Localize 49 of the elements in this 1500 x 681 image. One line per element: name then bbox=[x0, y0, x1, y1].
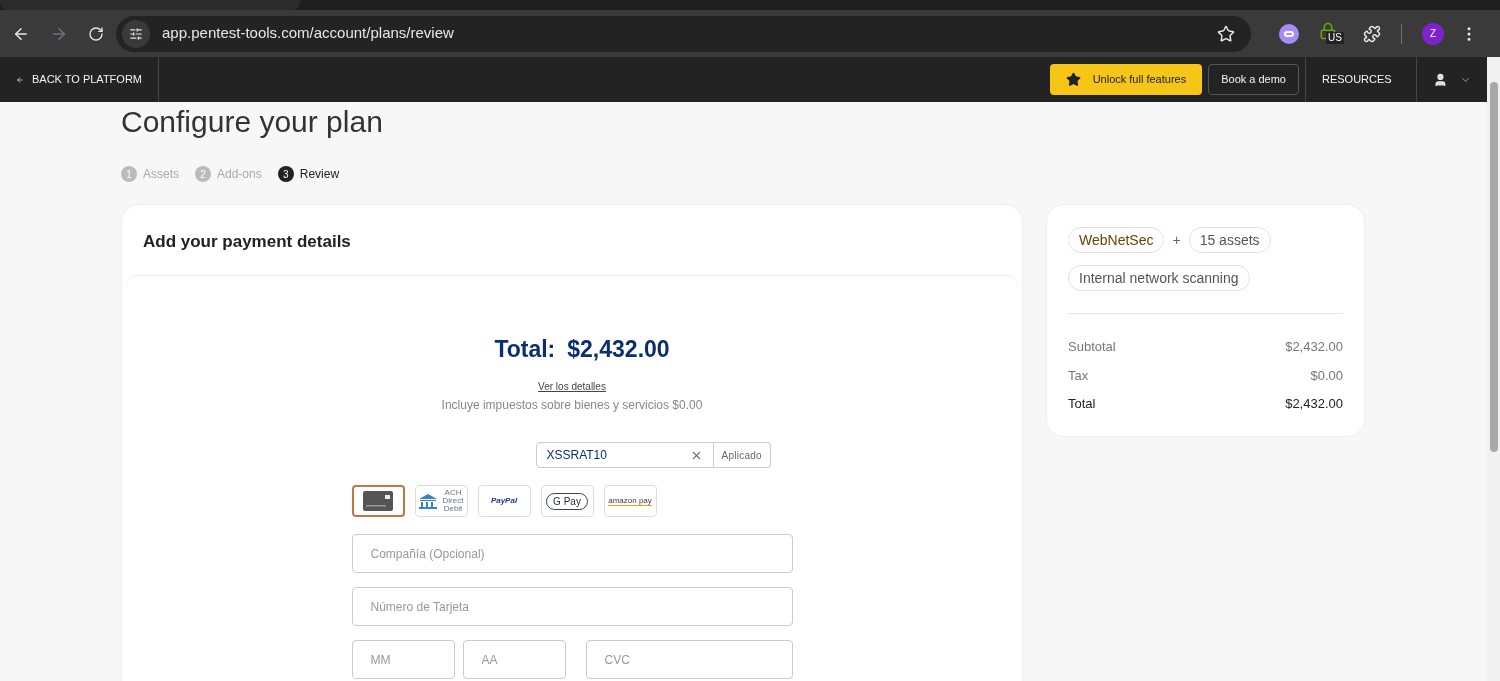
payment-title: Add your payment details bbox=[142, 231, 352, 253]
payment-method-option[interactable]: amazon pay bbox=[603, 485, 657, 517]
payment-method-option[interactable]: G Pay bbox=[540, 485, 594, 517]
star-icon bbox=[1065, 72, 1081, 87]
back-to-platform-link[interactable]: BACK TO PLATFORM bbox=[0, 57, 159, 102]
coupon-status-button[interactable]: Aplicado bbox=[713, 442, 771, 468]
summary-value: $2,432.00 bbox=[1285, 395, 1343, 413]
step-number: 1 bbox=[121, 166, 137, 182]
payment-method-option[interactable]: ACH Direct Debit bbox=[414, 485, 468, 517]
paypal-logo: PayPal bbox=[490, 495, 518, 507]
unlock-features-button[interactable]: Unlock full features bbox=[1049, 64, 1203, 95]
vpn-badge: US bbox=[1326, 31, 1344, 44]
step-tab[interactable]: 3 Review bbox=[277, 165, 344, 183]
bank-icon bbox=[417, 493, 439, 509]
extension-icon[interactable] bbox=[1279, 23, 1299, 44]
step-number: 3 bbox=[277, 166, 294, 182]
summary-label: Subtotal bbox=[1068, 338, 1116, 356]
payment-input-field[interactable]: Compañía (Opcional) bbox=[351, 534, 793, 573]
extensions-icon[interactable] bbox=[1363, 24, 1381, 43]
payment-input-field[interactable]: AA bbox=[462, 640, 566, 679]
page-title: Configure your plan bbox=[121, 104, 384, 140]
payment-method-option[interactable]: PayPal bbox=[477, 485, 531, 517]
url-text: app.pentest-tools.com/account/plans/review bbox=[162, 23, 455, 44]
ach-label: ACH Direct Debit bbox=[441, 489, 465, 513]
book-demo-button[interactable]: Book a demo bbox=[1208, 64, 1299, 95]
payment-input-field[interactable]: CVC bbox=[585, 640, 793, 679]
reload-icon[interactable] bbox=[88, 25, 104, 42]
resources-menu[interactable]: RESOURCES bbox=[1306, 57, 1417, 102]
coupon-field[interactable]: XSSRAT10 bbox=[535, 442, 714, 468]
payment-method-option[interactable] bbox=[351, 485, 405, 517]
step-number: 2 bbox=[195, 166, 211, 182]
user-icon bbox=[1433, 71, 1448, 88]
bookmark-star-icon[interactable] bbox=[1217, 24, 1235, 43]
payment-input-field[interactable]: MM bbox=[351, 640, 455, 679]
summary-value: $0.00 bbox=[1310, 366, 1343, 385]
summary-label: Tax bbox=[1068, 366, 1089, 385]
amazon-pay-logo: amazon pay bbox=[608, 496, 652, 506]
summary-label: Total bbox=[1068, 395, 1096, 413]
view-details-link[interactable]: Ver los detalles bbox=[538, 379, 606, 394]
payment-input-field[interactable]: Número de Tarjeta bbox=[351, 587, 793, 626]
tax-note: Incluye impuestos sobre bienes y servicios $0.00 bbox=[441, 397, 703, 414]
plus-sign: + bbox=[1172, 230, 1181, 250]
total-amount: $2,432.00 bbox=[567, 334, 670, 364]
credit-card-icon bbox=[363, 491, 393, 511]
address-bar[interactable]: app.pentest-tools.com/account/plans/review bbox=[116, 15, 1251, 52]
total-label: Total: bbox=[494, 334, 556, 364]
profile-avatar[interactable]: Z bbox=[1422, 22, 1444, 45]
summary-value: $2,432.00 bbox=[1285, 338, 1343, 356]
site-settings-icon[interactable] bbox=[122, 19, 150, 48]
